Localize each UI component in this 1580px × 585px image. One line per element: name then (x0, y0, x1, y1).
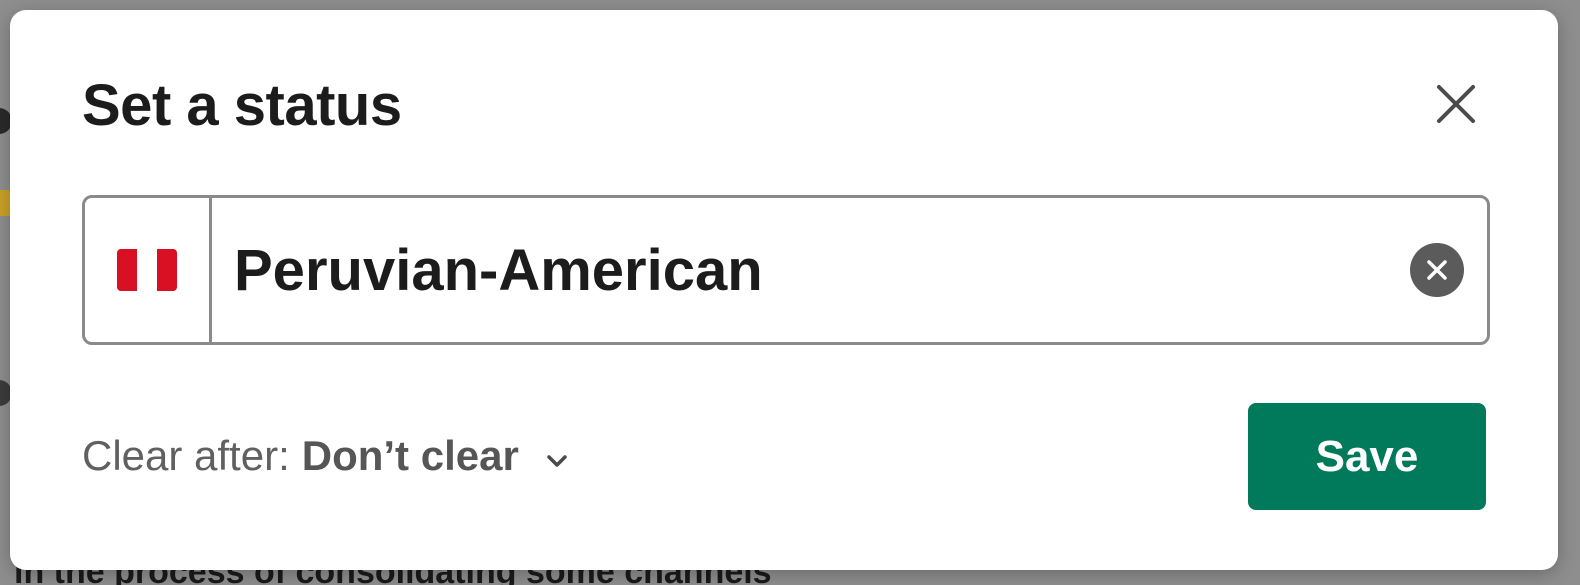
status-text-input[interactable]: Peruvian-American (212, 198, 1387, 342)
set-status-modal: Set a status Peruvian-American Clear aft… (10, 10, 1558, 570)
clear-status-button[interactable] (1387, 198, 1487, 342)
status-input-field: Peruvian-American (82, 195, 1490, 345)
modal-title: Set a status (82, 73, 402, 138)
emoji-picker-button[interactable] (85, 198, 212, 342)
flag-peru-icon (117, 249, 177, 291)
save-button[interactable]: Save (1248, 403, 1486, 510)
clear-after-label: Clear after: (82, 432, 290, 479)
clear-after-value: Don’t clear (301, 432, 519, 479)
chevron-down-icon (545, 453, 569, 469)
close-button[interactable] (1430, 78, 1482, 130)
close-icon (1437, 85, 1475, 123)
clear-circle-icon (1410, 243, 1464, 297)
clear-after-dropdown[interactable]: Clear after: Don’t clear (82, 432, 569, 480)
